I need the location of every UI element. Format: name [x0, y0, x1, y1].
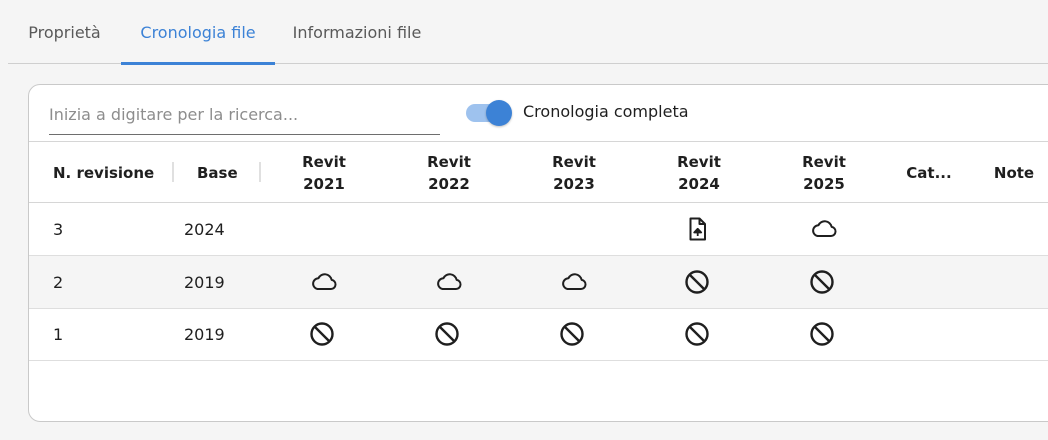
col-header-line: Revit — [677, 152, 721, 171]
block-icon[interactable] — [557, 319, 587, 349]
revision-cell: 3 — [53, 219, 64, 239]
table-row[interactable]: 1 2019 — [29, 308, 1048, 361]
file-history-panel: Cronologia completa N. revisione Base Re… — [28, 84, 1048, 422]
col-header-line: Revit — [302, 152, 346, 171]
table-row[interactable]: 2 2019 — [29, 256, 1048, 309]
block-icon[interactable] — [307, 319, 337, 349]
column-resize-handle[interactable] — [172, 162, 174, 182]
cloud-icon[interactable] — [559, 267, 589, 297]
block-icon[interactable] — [682, 267, 712, 297]
table-header: N. revisione Base Revit 2021 Revit 2022 Re… — [29, 142, 1048, 203]
tab-properties[interactable]: Proprietà — [8, 0, 121, 64]
tab-file-info[interactable]: Informazioni file — [275, 0, 439, 64]
toggle-knob[interactable] — [486, 100, 512, 126]
col-header-revit-2025[interactable]: Revit 2025 — [784, 142, 864, 203]
revision-cell: 2 — [53, 272, 64, 292]
col-header-revit-2023[interactable]: Revit 2023 — [534, 142, 614, 203]
revision-table: N. revisione Base Revit 2021 Revit 2022 Re… — [29, 141, 1048, 423]
col-header-notes[interactable]: Note — [984, 142, 1044, 203]
col-header-revit-2021[interactable]: Revit 2021 — [284, 142, 364, 203]
full-history-toggle[interactable] — [466, 99, 512, 127]
col-header-revit-2022[interactable]: Revit 2022 — [409, 142, 489, 203]
col-header-line: 2023 — [553, 174, 595, 193]
col-header-revision[interactable]: N. revisione — [53, 142, 173, 203]
cloud-icon[interactable] — [309, 267, 339, 297]
col-header-line: 2024 — [678, 174, 720, 193]
col-header-revit-2024[interactable]: Revit 2024 — [659, 142, 739, 203]
col-header-line: Revit — [427, 152, 471, 171]
block-icon[interactable] — [432, 319, 462, 349]
col-header-category[interactable]: Cat... — [897, 142, 961, 203]
col-header-line: 2025 — [803, 174, 845, 193]
tab-file-history[interactable]: Cronologia file — [121, 0, 275, 65]
col-header-base[interactable]: Base — [197, 142, 257, 203]
block-icon[interactable] — [807, 267, 837, 297]
block-icon[interactable] — [682, 319, 712, 349]
search-input[interactable] — [49, 95, 440, 135]
block-icon[interactable] — [807, 319, 837, 349]
revision-cell: 1 — [53, 324, 64, 344]
base-cell: 2019 — [184, 272, 225, 292]
col-header-line: 2021 — [303, 174, 345, 193]
cloud-icon[interactable] — [434, 267, 464, 297]
col-header-line: 2022 — [428, 174, 470, 193]
col-header-line: Revit — [552, 152, 596, 171]
table-row[interactable]: 3 2024 — [29, 203, 1048, 256]
column-resize-handle[interactable] — [259, 162, 261, 182]
base-cell: 2019 — [184, 324, 225, 344]
col-header-line: Revit — [802, 152, 846, 171]
full-history-label: Cronologia completa — [523, 102, 689, 121]
file-upload-icon[interactable] — [682, 214, 712, 244]
tab-bar: Proprietà Cronologia file Informazioni f… — [8, 0, 1048, 65]
cloud-icon[interactable] — [809, 214, 839, 244]
base-cell: 2024 — [184, 219, 225, 239]
